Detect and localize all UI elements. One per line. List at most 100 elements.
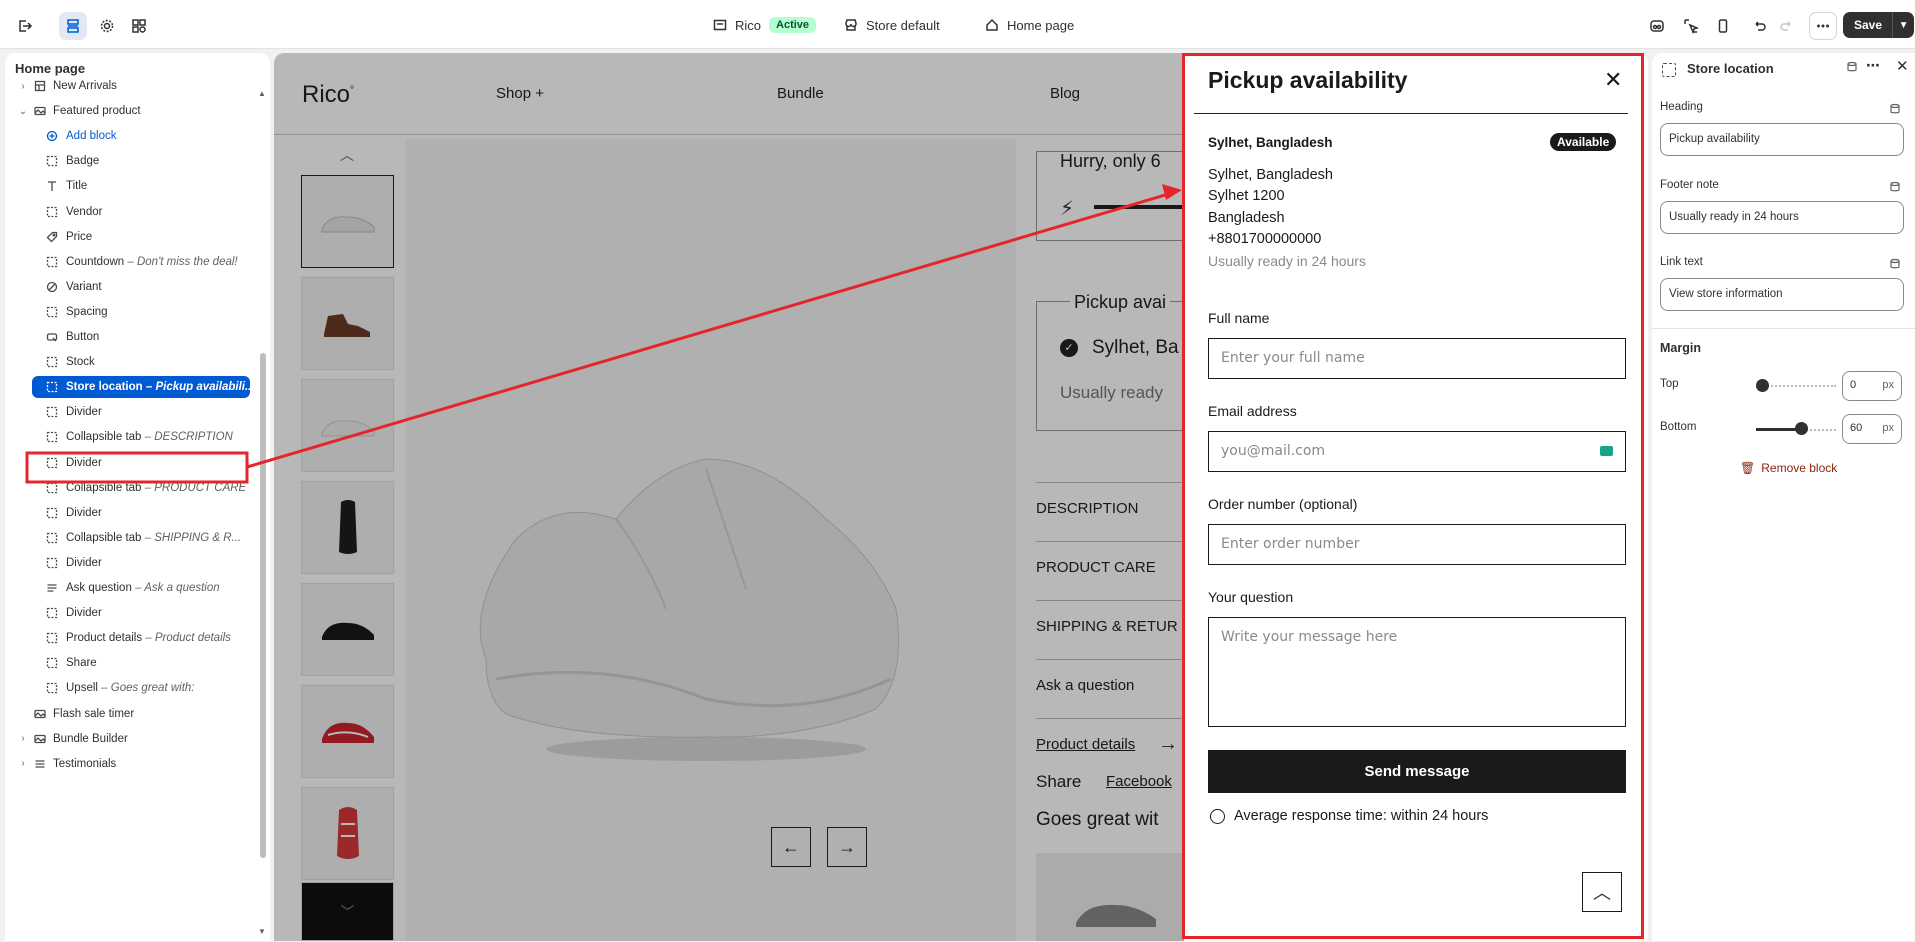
add-block-button[interactable]: Add block — [5, 125, 255, 147]
remove-block-button[interactable]: 🗑 Remove block — [1740, 461, 1837, 475]
shop-icon — [845, 19, 857, 31]
bottom-margin-input[interactable]: 60 px — [1842, 414, 1902, 444]
top-margin-input[interactable]: 0 px — [1842, 371, 1902, 401]
chevron-right-icon[interactable]: › — [18, 758, 28, 769]
location-name: Sylhet, Bangladesh — [1208, 135, 1333, 150]
link-text-input[interactable]: View store information — [1660, 278, 1904, 311]
full-name-label: Full name — [1208, 310, 1270, 326]
theme-selector[interactable]: Store default — [844, 14, 940, 36]
sidebar-item[interactable]: Badge — [5, 150, 255, 172]
sidebar-item[interactable]: Collapsible tab – PRODUCT CARE — [5, 477, 255, 499]
sidebar-item-label: Testimonials — [53, 757, 117, 770]
sidebar-item[interactable]: › New Arrivals — [5, 75, 255, 97]
bottom-margin-knob[interactable] — [1795, 422, 1808, 435]
sidebar-item[interactable]: Upsell – Goes great with: — [5, 677, 255, 699]
top-bar: Rico Active Store default Home page Save… — [0, 0, 1915, 49]
image-icon — [33, 104, 47, 118]
sidebar-item[interactable]: Divider — [5, 502, 255, 524]
block-icon — [45, 631, 59, 645]
sections-icon[interactable] — [59, 12, 87, 40]
sidebar-item[interactable]: Ask question – Ask a question — [5, 577, 255, 599]
dynamic-source-icon[interactable] — [1889, 181, 1901, 193]
undo-icon[interactable] — [1745, 12, 1773, 40]
sidebar-item[interactable]: Variant — [5, 276, 255, 298]
availability-badge: Available — [1550, 133, 1617, 151]
close-icon[interactable]: ✕ — [1896, 57, 1909, 75]
sidebar-item[interactable]: Store location – Pickup availabili... — [32, 376, 255, 399]
margin-heading: Margin — [1660, 341, 1701, 355]
address-line: Sylhet 1200 — [1208, 188, 1285, 204]
full-name-input[interactable]: Enter your full name — [1208, 338, 1626, 379]
chevron-down-icon[interactable]: ⌄ — [18, 106, 28, 117]
inspector-icon[interactable] — [1643, 12, 1671, 40]
phone-number: +8801700000000 — [1208, 231, 1322, 247]
sidebar-item[interactable]: Share — [5, 652, 255, 674]
scroll-up-icon[interactable]: ▲ — [258, 89, 266, 98]
sidebar-item[interactable]: Collapsible tab – DESCRIPTION — [5, 426, 255, 448]
heading-input[interactable]: Pickup availability — [1660, 123, 1904, 156]
sidebar-item-label: Store location – Pickup availabili... — [66, 381, 255, 394]
more-icon[interactable] — [1809, 12, 1837, 40]
sidebar-item[interactable]: Vendor — [5, 201, 255, 223]
send-message-button[interactable]: Send message — [1208, 750, 1626, 793]
store-selector[interactable]: Rico Active — [713, 14, 817, 36]
chevron-right-icon[interactable]: › — [18, 733, 28, 744]
sidebar-item-label: Collapsible tab – DESCRIPTION — [66, 431, 233, 444]
sidebar-item[interactable]: Countdown – Don't miss the deal! — [5, 251, 255, 273]
footer-note-input[interactable]: Usually ready in 24 hours — [1660, 201, 1904, 234]
dynamic-source-icon[interactable] — [1889, 103, 1901, 115]
sidebar-item[interactable]: Divider — [5, 452, 255, 474]
sidebar-item[interactable]: Title — [5, 175, 255, 197]
sidebar-item[interactable]: Price — [5, 226, 255, 248]
lines-icon — [45, 581, 59, 595]
pickup-drawer: Pickup availability ✕ Sylhet, Bangladesh… — [1184, 53, 1648, 941]
gear-icon[interactable] — [93, 12, 121, 40]
sidebar-item[interactable]: Product details – Product details — [5, 627, 255, 649]
sidebar-scrollbar[interactable] — [260, 353, 266, 858]
close-icon[interactable]: ✕ — [1604, 67, 1622, 93]
chevron-right-icon[interactable]: › — [18, 81, 28, 92]
email-input[interactable]: you@mail.com — [1208, 431, 1626, 472]
sidebar-item-note: – Goes great with: — [97, 682, 195, 695]
page-selector[interactable]: Home page — [985, 14, 1074, 36]
redo-icon[interactable] — [1773, 12, 1801, 40]
sidebar-item[interactable]: Divider — [5, 401, 255, 423]
sidebar-item-label: Product details – Product details — [66, 632, 231, 645]
apps-icon[interactable] — [125, 12, 153, 40]
sidebar-title: Home page — [15, 61, 86, 76]
sidebar-item[interactable]: › Testimonials — [5, 753, 255, 775]
sidebar-item[interactable]: Stock — [5, 351, 255, 373]
sidebar-item-label: Divider — [66, 456, 102, 469]
mobile-view-icon[interactable] — [1709, 12, 1737, 40]
sidebar-item[interactable]: Button — [5, 326, 255, 348]
save-button[interactable]: Save — [1843, 12, 1892, 38]
store-icon — [713, 19, 727, 31]
block-icon — [45, 606, 59, 620]
exit-icon[interactable] — [11, 12, 39, 40]
block-icon — [45, 656, 59, 670]
more-icon[interactable]: ⋯ — [1866, 57, 1880, 74]
order-number-input[interactable]: Enter order number — [1208, 524, 1626, 565]
sidebar-item[interactable]: Flash sale timer — [5, 703, 255, 725]
dynamic-source-icon[interactable] — [1889, 258, 1901, 270]
drawer-overlay[interactable] — [274, 53, 1184, 941]
database-icon[interactable] — [1846, 61, 1858, 73]
trash-icon: 🗑 — [1740, 461, 1756, 475]
sidebar-item[interactable]: ⌄ Featured product — [5, 100, 255, 122]
top-margin-knob[interactable] — [1756, 379, 1769, 392]
ready-note: Usually ready in 24 hours — [1208, 253, 1366, 269]
email-autofill-icon[interactable] — [1600, 446, 1613, 456]
sidebar-item[interactable]: Divider — [5, 602, 255, 624]
scroll-top-button[interactable]: ︿ — [1582, 872, 1622, 912]
scroll-down-icon[interactable]: ▼ — [258, 927, 266, 936]
sidebar-item[interactable]: Collapsible tab – SHIPPING & R... — [5, 527, 255, 549]
divider — [1652, 328, 1915, 329]
select-cursor-icon[interactable] — [1677, 12, 1705, 40]
drawer-title: Pickup availability — [1208, 67, 1408, 93]
sidebar-item[interactable]: Spacing — [5, 301, 255, 323]
theme-name: Store default — [866, 17, 940, 33]
sidebar-item[interactable]: Divider — [5, 552, 255, 574]
question-textarea[interactable]: Write your message here — [1208, 617, 1626, 727]
sidebar-item[interactable]: › Bundle Builder — [5, 728, 255, 750]
chevron-down-icon[interactable]: ▼ — [1892, 12, 1914, 38]
